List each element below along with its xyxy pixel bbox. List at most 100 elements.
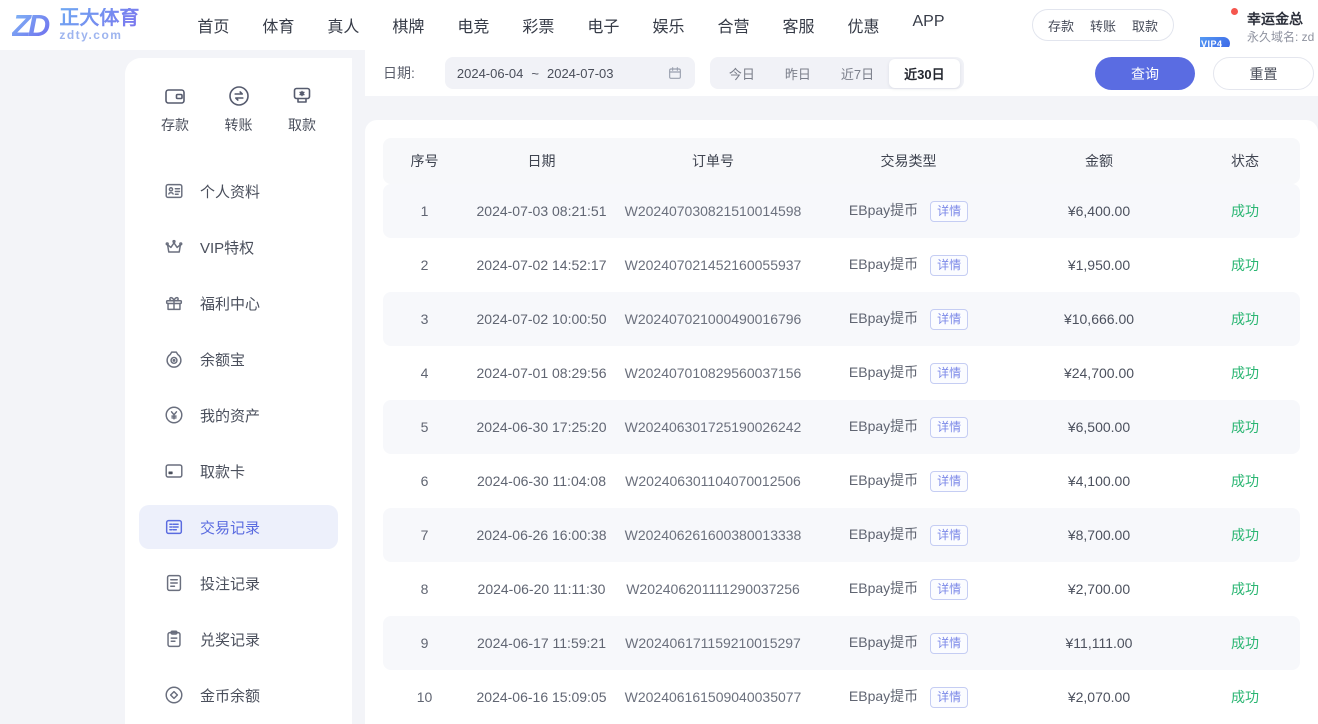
detail-tag-button[interactable]: 详情 (930, 417, 968, 439)
nav-item[interactable]: 优惠 (847, 13, 879, 37)
nav-item[interactable]: APP (913, 13, 945, 37)
coin-balance-icon (163, 684, 185, 706)
cell-type: EBpay提币 详情 (809, 416, 1008, 439)
wallet-action-button[interactable]: 转账 (1090, 16, 1116, 35)
sidebar-item-label: 余额宝 (200, 349, 245, 370)
reset-button[interactable]: 重置 (1213, 57, 1314, 90)
quick-range-button[interactable]: 昨日 (770, 59, 826, 88)
brand-name: 正大体育 (59, 8, 139, 29)
sidebar-item-bet-records[interactable]: 投注记录 (125, 555, 352, 611)
transaction-type-text: EBpay提币 (849, 580, 918, 596)
detail-tag-button[interactable]: 详情 (930, 525, 968, 547)
quick-range-button[interactable]: 近30日 (889, 59, 959, 88)
sidebar-item-assets[interactable]: 我的资产 (125, 387, 352, 443)
nav-item[interactable]: 娱乐 (652, 13, 684, 37)
cell-date: 2024-07-01 08:29:56 (466, 365, 617, 381)
quick-action-transfer[interactable]: 转账 (225, 84, 253, 135)
sidebar: 存款 转账 取款 个人资料 VIP特权 福利中心 余额宝 我的资 (125, 58, 352, 724)
nav-item[interactable]: 首页 (197, 13, 229, 37)
sidebar-menu: 个人资料 VIP特权 福利中心 余额宝 我的资产 取款卡 交易记录 投注记录 (125, 163, 352, 724)
nav-item[interactable]: 棋牌 (392, 13, 424, 37)
cell-index: 9 (383, 635, 466, 651)
nav-item[interactable]: 彩票 (522, 13, 554, 37)
nav-item[interactable]: 合营 (717, 13, 749, 37)
cell-date: 2024-07-02 10:00:50 (466, 311, 617, 327)
quick-action-withdraw[interactable]: 取款 (288, 84, 316, 135)
detail-tag-button[interactable]: 详情 (930, 633, 968, 655)
detail-tag-button[interactable]: 详情 (930, 363, 968, 385)
cell-type: EBpay提币 详情 (809, 470, 1008, 493)
cell-date: 2024-07-02 14:52:17 (466, 257, 617, 273)
sidebar-item-withdraw-card[interactable]: 取款卡 (125, 443, 352, 499)
wallet-action-button[interactable]: 取款 (1132, 16, 1158, 35)
cell-amount: ¥6,500.00 (1008, 419, 1190, 435)
sidebar-quick-actions: 存款 转账 取款 (125, 58, 352, 141)
cell-type: EBpay提币 详情 (809, 578, 1008, 601)
quick-action-label: 转账 (225, 115, 253, 135)
nav-item[interactable]: 客服 (782, 13, 814, 37)
redeem-records-icon (163, 628, 185, 650)
cell-index: 6 (383, 473, 466, 489)
gift-icon (163, 292, 185, 314)
cell-amount: ¥6,400.00 (1008, 203, 1190, 219)
cell-order-no: W202407021452160055937 (617, 257, 809, 273)
detail-tag-button[interactable]: 详情 (930, 309, 968, 331)
quick-range-button[interactable]: 今日 (714, 59, 770, 88)
table-row: 7 2024-06-26 16:00:38 W20240626160038001… (383, 508, 1300, 562)
cell-date: 2024-06-30 17:25:20 (466, 419, 617, 435)
column-header-type: 交易类型 (809, 151, 1008, 171)
bank-card-icon (163, 460, 185, 482)
cell-type: EBpay提币 详情 (809, 686, 1008, 709)
nav-item[interactable]: 电竞 (457, 13, 489, 37)
table-row: 3 2024-07-02 10:00:50 W20240702100049001… (383, 292, 1300, 346)
sidebar-item-welfare[interactable]: 福利中心 (125, 275, 352, 331)
date-range-input[interactable]: 2024-06-04 ~ 2024-07-03 (445, 57, 695, 89)
cell-status: 成功 (1190, 309, 1300, 329)
date-filter-label: 日期: (383, 63, 415, 83)
detail-tag-button[interactable]: 详情 (930, 579, 968, 601)
search-button[interactable]: 查询 (1095, 57, 1195, 90)
cell-status: 成功 (1190, 633, 1300, 653)
transaction-type-text: EBpay提币 (849, 310, 918, 326)
date-end-value: 2024-07-03 (547, 66, 614, 81)
user-box[interactable]: VIP4 幸运金总 永久域名: zd (1200, 3, 1318, 47)
cell-status: 成功 (1190, 363, 1300, 383)
transaction-type-text: EBpay提币 (849, 418, 918, 434)
cell-date: 2024-06-20 11:11:30 (466, 581, 617, 597)
sidebar-item-label: 兑奖记录 (200, 629, 260, 650)
sidebar-item-profile[interactable]: 个人资料 (125, 163, 352, 219)
nav-item[interactable]: 电子 (587, 13, 619, 37)
column-header-index: 序号 (383, 151, 466, 171)
cell-amount: ¥11,111.00 (1008, 635, 1190, 651)
detail-tag-button[interactable]: 详情 (930, 201, 968, 223)
detail-tag-button[interactable]: 详情 (930, 255, 968, 277)
wallet-actions-pill: 存款转账取款 (1032, 9, 1174, 41)
cell-type: EBpay提币 详情 (809, 254, 1008, 277)
nav-item[interactable]: 真人 (327, 13, 359, 37)
sidebar-item-yuebao[interactable]: 余额宝 (125, 331, 352, 387)
sidebar-item-coin-balance[interactable]: 金币余额 (125, 667, 352, 723)
sidebar-item-redeem-records[interactable]: 兑奖记录 (125, 611, 352, 667)
table-row: 8 2024-06-20 11:11:30 W20240620111129003… (383, 562, 1300, 616)
cell-date: 2024-06-30 11:04:08 (466, 473, 617, 489)
cell-status: 成功 (1190, 255, 1300, 275)
quick-range-button[interactable]: 近7日 (826, 59, 889, 88)
nav-item[interactable]: 体育 (262, 13, 294, 37)
wallet-action-button[interactable]: 存款 (1048, 16, 1074, 35)
sidebar-item-transaction-records[interactable]: 交易记录 (125, 499, 352, 555)
brand-logo[interactable]: ZD 正大体育 zdty.com (12, 8, 139, 42)
cell-index: 3 (383, 311, 466, 327)
sidebar-item-label: 我的资产 (200, 405, 260, 426)
sidebar-item-label: 金币余额 (200, 685, 260, 706)
quick-action-deposit[interactable]: 存款 (161, 84, 189, 135)
cell-index: 2 (383, 257, 466, 273)
table-header-row: 序号 日期 订单号 交易类型 金额 状态 (383, 138, 1300, 184)
cell-index: 1 (383, 203, 466, 219)
column-header-status: 状态 (1190, 151, 1300, 171)
cell-type: EBpay提币 详情 (809, 524, 1008, 547)
withdraw-icon (290, 84, 314, 108)
detail-tag-button[interactable]: 详情 (930, 687, 968, 709)
detail-tag-button[interactable]: 详情 (930, 471, 968, 493)
cell-status: 成功 (1190, 525, 1300, 545)
sidebar-item-vip[interactable]: VIP特权 (125, 219, 352, 275)
